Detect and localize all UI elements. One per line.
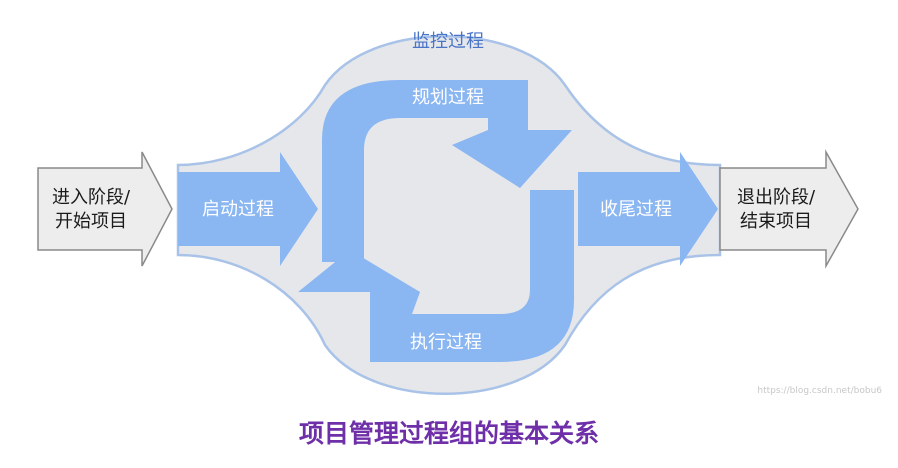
initiating-label: 启动过程 [202, 199, 274, 220]
enter-phase-arrow [37, 151, 173, 267]
exit-label-line2: 结束项目 [740, 211, 812, 232]
planning-label: 规划过程 [412, 87, 484, 108]
enter-label-line1: 进入阶段/ [52, 187, 131, 208]
diagram-caption: 项目管理过程组的基本关系 [298, 419, 599, 448]
enter-label-line2: 开始项目 [55, 211, 127, 232]
watermark: https://blog.csdn.net/bobu6 [757, 386, 882, 396]
exit-phase-arrow [719, 149, 859, 269]
closing-label: 收尾过程 [600, 199, 672, 220]
diagram-canvas: 监控过程 规划过程 启动过程 收尾过程 执行过程 进入阶段/ 开始项目 退出阶段… [37, 31, 882, 396]
monitor-label: 监控过程 [412, 31, 484, 52]
process-groups-diagram: 监控过程 规划过程 启动过程 收尾过程 执行过程 进入阶段/ 开始项目 退出阶段… [0, 0, 898, 464]
exit-label-line1: 退出阶段/ [737, 187, 816, 208]
executing-label: 执行过程 [410, 332, 482, 353]
